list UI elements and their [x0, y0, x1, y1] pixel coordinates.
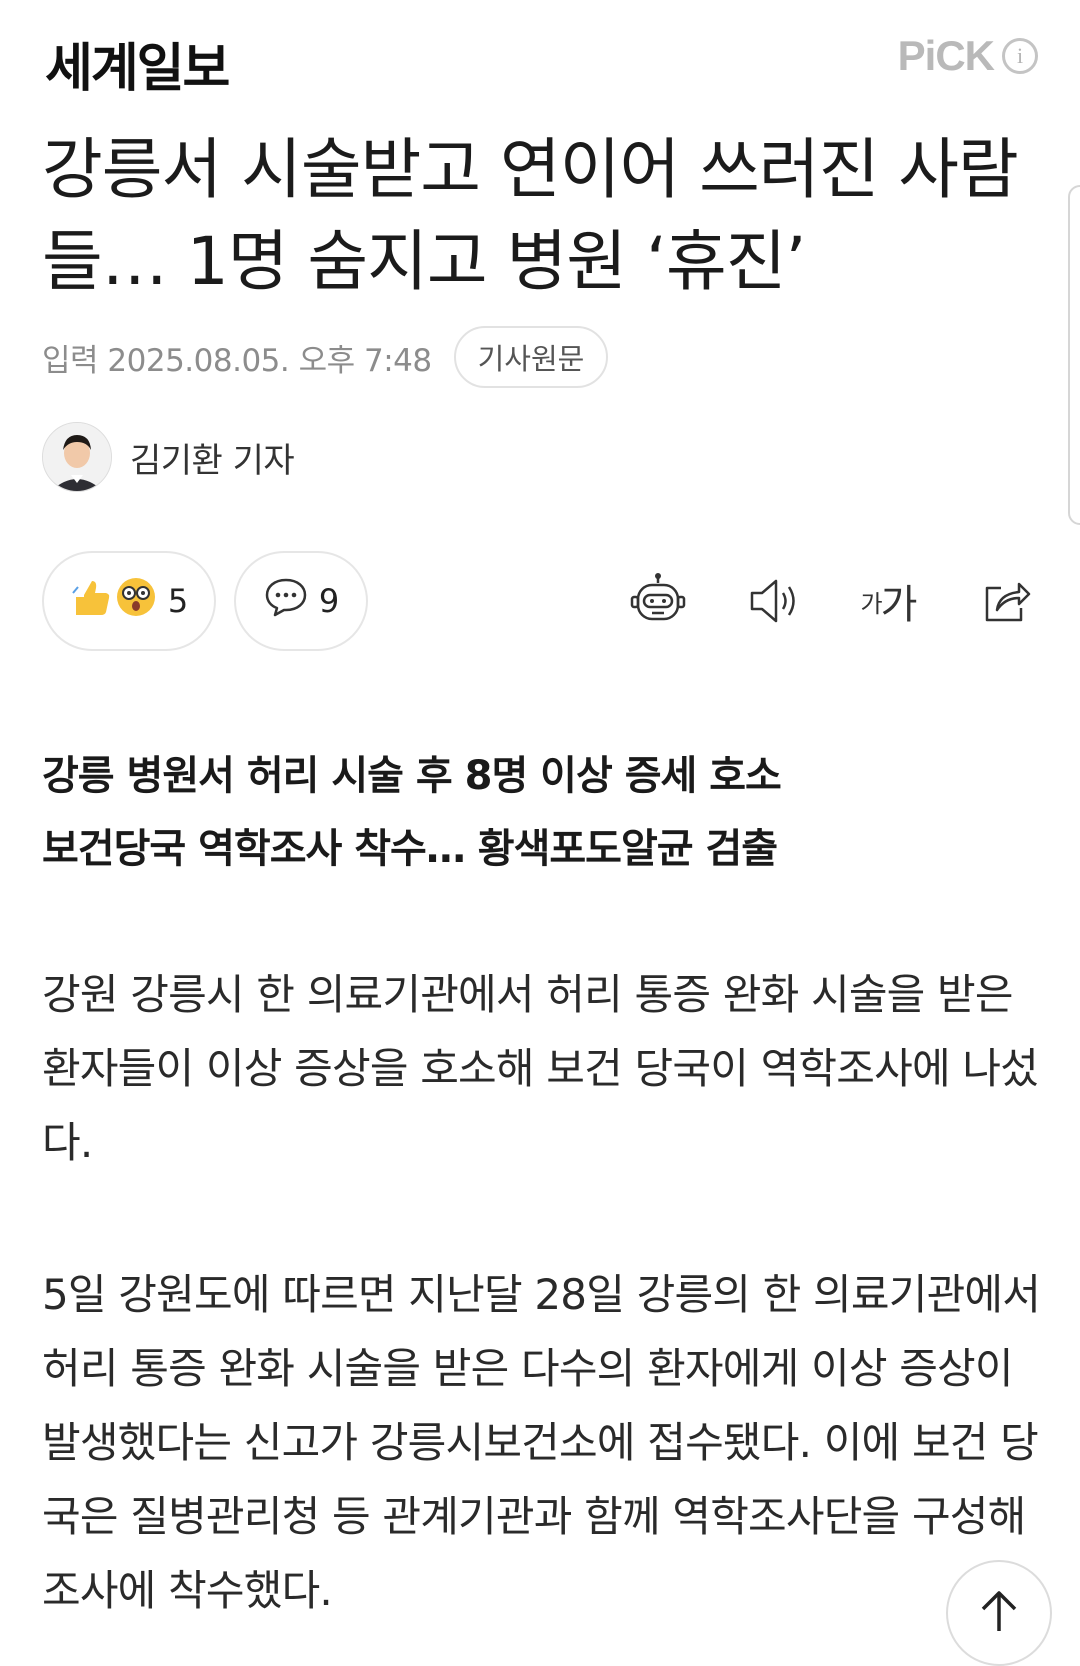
- scroll-to-top-button[interactable]: [946, 1560, 1052, 1666]
- speaker-icon[interactable]: [742, 569, 806, 633]
- share-icon[interactable]: [974, 569, 1038, 633]
- header: 세계일보 PiCK i: [0, 0, 1080, 110]
- reaction-button[interactable]: 5: [42, 551, 216, 651]
- summary-line: 강릉 병원서 허리 시술 후 8명 이상 증세 호소: [42, 753, 782, 799]
- surprised-face-icon: [114, 575, 158, 627]
- thumbs-up-icon: [70, 575, 114, 627]
- author-avatar[interactable]: [42, 422, 112, 492]
- original-article-button[interactable]: 기사원문: [453, 326, 609, 388]
- font-small-label: 가: [860, 589, 883, 618]
- article-headline: 강릉서 시술받고 연이어 쓰러진 사람들… 1명 숨지고 병원 ‘휴진’: [42, 131, 1019, 300]
- body-paragraph: 강원 강릉시 한 의료기관에서 허리 통증 완화 시술을 받은 환자들이 이상 …: [42, 970, 1039, 1167]
- arrow-up-icon: [977, 1587, 1021, 1639]
- comment-button[interactable]: 9: [234, 551, 368, 651]
- scrollbar[interactable]: [1068, 185, 1080, 525]
- pick-label: PiCK: [897, 32, 995, 79]
- author-name[interactable]: 김기환 기자: [130, 433, 295, 482]
- bot-summary-icon[interactable]: [626, 569, 690, 633]
- font-size-icon[interactable]: 가가: [856, 569, 920, 633]
- article-summary: 강릉 병원서 허리 시술 후 8명 이상 증세 호소 보건당국 역학조사 착수……: [42, 740, 1032, 886]
- speech-bubble-icon: [263, 576, 309, 626]
- article-meta: 입력 2025.08.05. 오후 7:48 기사원문: [42, 326, 609, 388]
- press-logo[interactable]: 세계일보: [45, 26, 230, 101]
- publish-date: 입력 2025.08.05. 오후 7:48: [42, 342, 432, 379]
- author-info[interactable]: 김기환 기자: [42, 422, 295, 492]
- reaction-count: 5: [167, 582, 189, 620]
- pick-badge[interactable]: PiCK i: [898, 32, 1038, 80]
- summary-line: 보건당국 역학조사 착수… 황색포도알균 검출: [42, 826, 778, 872]
- font-big-label: 가: [880, 582, 918, 628]
- action-bar: 5 9 가 가: [42, 551, 1038, 651]
- info-icon[interactable]: i: [1002, 38, 1038, 74]
- body-paragraph: 5일 강원도에 따르면 지난달 28일 강릉의 한 의료기관에서 허리 통증 완…: [42, 1270, 1041, 1615]
- comment-count: 9: [318, 582, 340, 620]
